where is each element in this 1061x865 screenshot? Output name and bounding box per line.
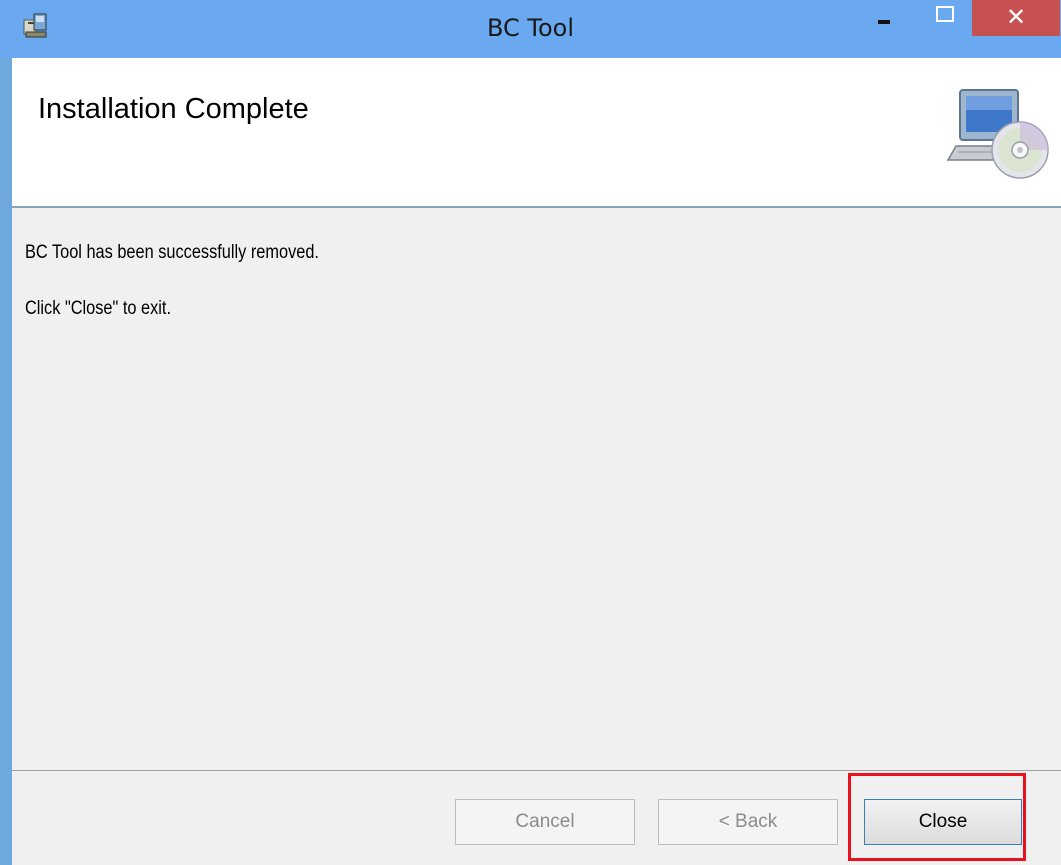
instruction-text: Click "Close" to exit. bbox=[25, 298, 171, 319]
close-button[interactable]: Close bbox=[864, 799, 1022, 845]
minimize-button[interactable] bbox=[858, 0, 920, 36]
back-button[interactable]: < Back bbox=[658, 799, 838, 845]
title-bar[interactable]: BC Tool ✕ bbox=[0, 0, 1061, 58]
cancel-button[interactable]: Cancel bbox=[455, 799, 635, 845]
maximize-button[interactable] bbox=[920, 0, 972, 36]
computer-cd-icon bbox=[946, 89, 1049, 179]
close-icon: ✕ bbox=[1005, 3, 1027, 31]
window-close-button[interactable]: ✕ bbox=[972, 0, 1060, 36]
minimize-icon bbox=[878, 20, 890, 24]
status-message: BC Tool has been successfully removed. bbox=[25, 242, 319, 263]
page-title: Installation Complete bbox=[38, 93, 309, 125]
button-bar: Cancel < Back Close bbox=[12, 770, 1061, 865]
wizard-header: Installation Complete bbox=[12, 58, 1061, 207]
wizard-body: BC Tool has been successfully removed. C… bbox=[12, 208, 1061, 770]
maximize-icon bbox=[936, 6, 954, 22]
installer-window: BC Tool ✕ Installation Complete BC Tool … bbox=[0, 0, 1061, 865]
